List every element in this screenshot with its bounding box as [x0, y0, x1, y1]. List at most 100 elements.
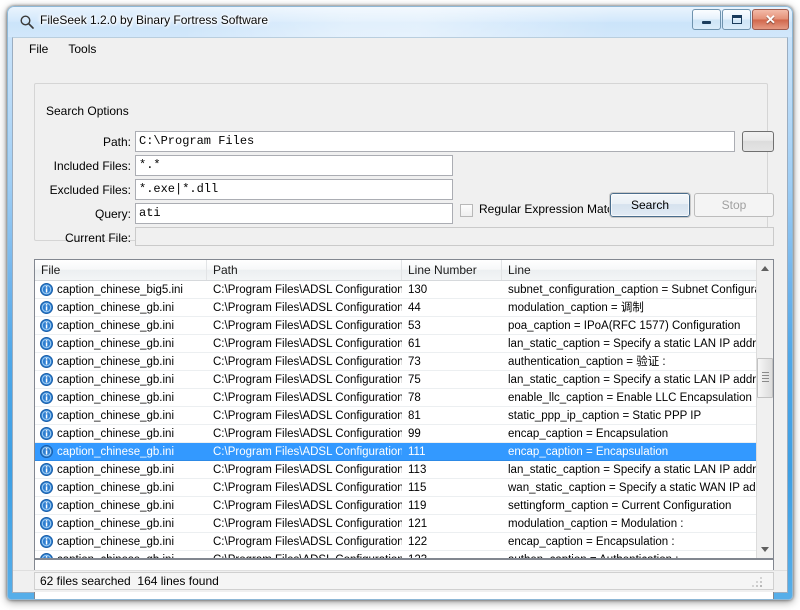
column-header-path[interactable]: Path [207, 260, 402, 280]
cell-line-number: 75 [408, 374, 421, 386]
table-row[interactable]: caption_chinese_gb.iniC:\Program Files\A… [35, 353, 756, 371]
chevron-down-icon [761, 547, 769, 552]
browse-path-button[interactable] [742, 131, 774, 152]
excluded-files-input[interactable]: *.exe|*.dll [135, 179, 453, 200]
status-text: 62 files searched 164 lines found [34, 572, 774, 590]
cell-path: C:\Program Files\ADSL Configuration... [213, 392, 402, 404]
cell-path: C:\Program Files\ADSL Configuration... [213, 410, 402, 422]
maximize-button[interactable] [722, 9, 751, 30]
cell-file: caption_chinese_gb.ini [57, 500, 175, 512]
cell-file: caption_chinese_gb.ini [57, 428, 175, 440]
cell-line-number: 81 [408, 410, 421, 422]
regex-match-checkbox[interactable] [460, 204, 473, 217]
cell-line-number: 130 [408, 284, 428, 296]
table-row[interactable]: caption_chinese_gb.ini C:\Program Files\A… [35, 461, 756, 479]
resize-grip-icon[interactable] [752, 577, 763, 588]
cell-line-number: 115 [408, 482, 427, 494]
cell-path: C:\Program Files\ADSL Configuration... [213, 356, 402, 368]
excluded-files-label: Excluded Files: [49, 183, 131, 197]
query-input[interactable]: ati [135, 203, 453, 224]
menu-item-tools[interactable]: Tools [58, 39, 106, 60]
cell-file: caption_chinese_big5.ini [57, 284, 183, 296]
close-icon: ✕ [753, 10, 788, 29]
maximize-icon [723, 10, 750, 29]
table-row[interactable]: caption_chinese_gb.ini C:\Program Files\A… [35, 389, 756, 407]
table-row[interactable]: caption_chinese_gb.iniC:\Program Files\A… [35, 335, 756, 353]
cell-line: enable_llc_caption = Enable LLC Encapsul… [508, 392, 752, 404]
table-row[interactable]: caption_chinese_gb.iniC:\Program Files\A… [35, 497, 756, 515]
cell-file: caption_chinese_gb.ini [57, 464, 175, 476]
cell-path: C:\Program Files\ADSL Configuration... [207, 551, 402, 558]
cell-file: caption_chinese_gb.ini [57, 338, 175, 350]
cell-path: C:\Program Files\ADSL Configuration... [213, 446, 402, 458]
column-header-line-number[interactable]: Line Number [402, 260, 502, 280]
cell-line: modulation_caption = Modulation : [508, 518, 684, 530]
table-row[interactable]: caption_chinese_gb.iniC:\Program Files\A… [35, 317, 756, 335]
table-row[interactable]: caption_chinese_gb.ini C:\Program Files\A… [35, 371, 756, 389]
cell-line-number: 44 [408, 302, 421, 314]
results-header-row: File Path Line Number Line [35, 260, 773, 281]
cell-path: C:\Program Files\ADSL Configuration... [213, 536, 402, 548]
minimize-button[interactable] [692, 9, 721, 30]
table-row[interactable]: caption_chinese_gb.ini C:\Program Files\A… [35, 425, 756, 443]
chevron-up-icon [761, 266, 769, 271]
table-row[interactable]: caption_chinese_gb.ini C:\Program Files\A… [35, 533, 756, 551]
cell-file: caption_chinese_gb.ini [57, 446, 175, 458]
cell-line: lan_static_caption = Specify a static LA… [508, 374, 756, 386]
current-file-value [135, 227, 774, 246]
results-scrollbar[interactable] [756, 260, 773, 558]
cell-path: C:\Program Files\ADSL Configuration... [213, 320, 402, 332]
table-row[interactable]: caption_chinese_gb.ini C:\Program Files\A… [35, 515, 756, 533]
cell-line: lan_static_caption = Specify a static LA… [508, 464, 756, 476]
table-row[interactable]: caption_chinese_big5.ini C:\Program Files… [35, 281, 756, 299]
current-file-label: Current File: [64, 231, 131, 245]
close-button[interactable]: ✕ [752, 9, 789, 30]
column-header-line[interactable]: Line [502, 260, 758, 280]
scrollbar-thumb[interactable] [757, 358, 773, 398]
cell-line: poa_caption = IPoA(RFC 1577) Configurati… [508, 320, 741, 332]
cell-line: authen_caption = Authentication : [502, 551, 756, 558]
cell-line-number: 53 [408, 320, 421, 332]
cell-line-number: 123 [402, 551, 502, 558]
cell-line: static_ppp_ip_caption = Static PPP IP [508, 410, 702, 422]
cell-line-number: 113 [408, 464, 427, 476]
cell-line-number: 119 [408, 500, 427, 512]
cell-path: C:\Program Files\ADSL Configuration... [213, 374, 402, 386]
cell-path: C:\Program Files\ADSL Configuration... [213, 428, 402, 440]
table-row[interactable]: caption_chinese_gb.iniC:\Program Files\A… [35, 479, 756, 497]
scroll-up-button[interactable] [757, 260, 773, 277]
title-bar[interactable]: FileSeek 1.2.0 by Binary Fortress Softwa… [8, 7, 792, 37]
menu-item-file[interactable]: File [19, 39, 58, 60]
cell-line-number: 78 [408, 392, 421, 404]
column-header-file[interactable]: File [35, 260, 207, 280]
scroll-down-button[interactable] [757, 541, 773, 558]
included-files-input[interactable]: *.* [135, 155, 453, 176]
cell-file: caption_chinese_gb.ini [57, 518, 175, 530]
search-options-label: Search Options [42, 104, 133, 118]
cell-path: C:\Program Files\ADSL Configuration... [213, 518, 402, 530]
table-row[interactable]: caption_chinese_gb.iniC:\Program Files\A… [35, 551, 756, 558]
cell-line-number: 99 [408, 428, 421, 440]
cell-line-number: 73 [408, 356, 421, 368]
cell-line-number: 121 [408, 518, 428, 530]
cell-file: caption_chinese_gb.ini [57, 536, 175, 548]
cell-line: settingform_caption = Current Configurat… [508, 500, 732, 512]
cell-file: caption_chinese_gb.ini [57, 374, 175, 386]
path-label: Path: [102, 135, 131, 149]
results-list[interactable]: File Path Line Number Line caption_chine… [34, 259, 774, 559]
cell-file: caption_chinese_gb.ini [57, 392, 175, 404]
menu-bar: File Tools [13, 38, 787, 61]
stop-button: Stop [694, 193, 774, 217]
search-button[interactable]: Search [609, 192, 691, 218]
path-input[interactable]: C:\Program Files [135, 131, 735, 152]
application-window: FileSeek 1.2.0 by Binary Fortress Softwa… [7, 6, 793, 600]
cell-line: authentication_caption = 验证 : [508, 356, 666, 368]
table-row[interactable]: caption_chinese_gb.iniC:\Program Files\A… [35, 299, 756, 317]
table-row[interactable]: caption_chinese_gb.ini C:\Program Files\A… [35, 443, 756, 461]
cell-line: lan_static_caption = Specify a static LA… [508, 338, 756, 350]
cell-path: C:\Program Files\ADSL Configuration... [213, 464, 402, 476]
cell-file: caption_chinese_gb.ini [57, 302, 175, 314]
cell-line: encap_caption = Encapsulation [508, 428, 669, 440]
table-row[interactable]: caption_chinese_gb.iniC:\Program Files\A… [35, 407, 756, 425]
query-label: Query: [94, 207, 131, 221]
